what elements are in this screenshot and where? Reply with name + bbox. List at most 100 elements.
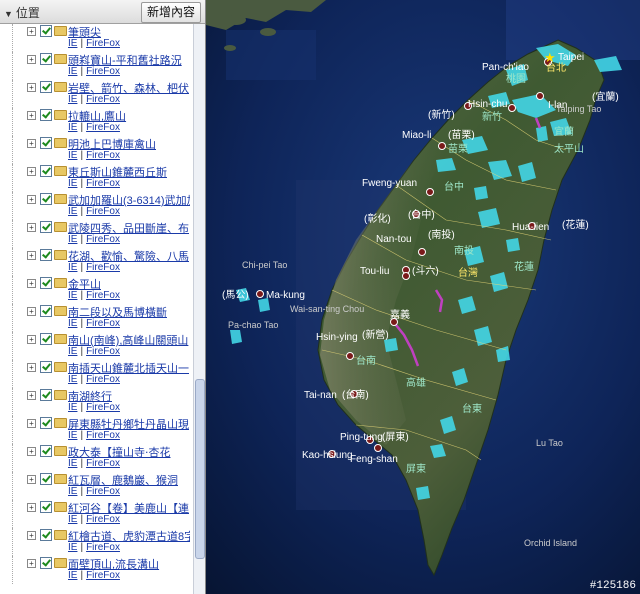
ie-link[interactable]: IE	[68, 66, 77, 77]
visibility-checkbox[interactable]	[40, 109, 52, 121]
place-item[interactable]: + 金平山 IE | FireFox	[0, 276, 193, 304]
place-item[interactable]: + 政大泰【撞山寺‧杏花 IE | FireFox	[0, 444, 193, 472]
panel-title[interactable]: ▼ 位置	[4, 4, 40, 21]
place-item[interactable]: + 拉轆山,鷹山 IE | FireFox	[0, 108, 193, 136]
firefox-link[interactable]: FireFox	[86, 374, 120, 385]
ie-link[interactable]: IE	[68, 122, 77, 133]
ie-link[interactable]: IE	[68, 262, 77, 273]
visibility-checkbox[interactable]	[40, 557, 52, 569]
firefox-link[interactable]: FireFox	[86, 66, 120, 77]
expand-plus-icon[interactable]: +	[27, 111, 36, 120]
visibility-checkbox[interactable]	[40, 165, 52, 177]
expand-plus-icon[interactable]: +	[27, 27, 36, 36]
ie-link[interactable]: IE	[68, 346, 77, 357]
place-item[interactable]: + 岩壁、箭竹、森林、杷伏 IE | FireFox	[0, 80, 193, 108]
expand-plus-icon[interactable]: +	[27, 363, 36, 372]
expand-plus-icon[interactable]: +	[27, 475, 36, 484]
place-item[interactable]: + 南二段以及馬博橫斷 IE | FireFox	[0, 304, 193, 332]
place-item[interactable]: + 南山(南峰),高峰山關頭山 IE | FireFox	[0, 332, 193, 360]
visibility-checkbox[interactable]	[40, 501, 52, 513]
place-item[interactable]: + 紅檜古道、虎豹潭古道8字 IE | FireFox	[0, 528, 193, 556]
firefox-link[interactable]: FireFox	[86, 38, 120, 49]
expand-plus-icon[interactable]: +	[27, 447, 36, 456]
ie-link[interactable]: IE	[68, 206, 77, 217]
tree-scrollbar[interactable]	[193, 24, 205, 594]
expand-plus-icon[interactable]: +	[27, 559, 36, 568]
ie-link[interactable]: IE	[68, 374, 77, 385]
visibility-checkbox[interactable]	[40, 81, 52, 93]
visibility-checkbox[interactable]	[40, 25, 52, 37]
firefox-link[interactable]: FireFox	[86, 318, 120, 329]
map-canvas[interactable]: ★ Pan-ch'iao Taipei 台北 桃園 Hsin-chu (新竹) …	[206, 0, 640, 594]
ie-link[interactable]: IE	[68, 178, 77, 189]
expand-plus-icon[interactable]: +	[27, 335, 36, 344]
ie-link[interactable]: IE	[68, 290, 77, 301]
expand-plus-icon[interactable]: +	[27, 307, 36, 316]
visibility-checkbox[interactable]	[40, 53, 52, 65]
visibility-checkbox[interactable]	[40, 529, 52, 541]
expand-plus-icon[interactable]: +	[27, 83, 36, 92]
visibility-checkbox[interactable]	[40, 361, 52, 373]
expand-plus-icon[interactable]: +	[27, 503, 36, 512]
place-item[interactable]: + 武加加羅山(3-6314)武加加 IE | FireFox	[0, 192, 193, 220]
place-item[interactable]: + 筆頭尖 IE | FireFox	[0, 24, 193, 52]
ie-link[interactable]: IE	[68, 430, 77, 441]
place-item[interactable]: + 花湖、歡愉、驚險、八馬 IE | FireFox	[0, 248, 193, 276]
firefox-link[interactable]: FireFox	[86, 514, 120, 525]
ie-link[interactable]: IE	[68, 570, 77, 581]
firefox-link[interactable]: FireFox	[86, 178, 120, 189]
visibility-checkbox[interactable]	[40, 305, 52, 317]
ie-link[interactable]: IE	[68, 458, 77, 469]
visibility-checkbox[interactable]	[40, 473, 52, 485]
place-item[interactable]: + 紅瓦層、鹿鵝巖、猴洞 IE | FireFox	[0, 472, 193, 500]
firefox-link[interactable]: FireFox	[86, 94, 120, 105]
map-view[interactable]: ★ Pan-ch'iao Taipei 台北 桃園 Hsin-chu (新竹) …	[206, 0, 640, 594]
expand-plus-icon[interactable]: +	[27, 531, 36, 540]
scrollbar-thumb[interactable]	[195, 379, 205, 559]
firefox-link[interactable]: FireFox	[86, 290, 120, 301]
visibility-checkbox[interactable]	[40, 445, 52, 457]
place-item[interactable]: + 頭嵙寶山-平和舊社路況 IE | FireFox	[0, 52, 193, 80]
visibility-checkbox[interactable]	[40, 389, 52, 401]
firefox-link[interactable]: FireFox	[86, 570, 120, 581]
firefox-link[interactable]: FireFox	[86, 206, 120, 217]
expand-plus-icon[interactable]: +	[27, 391, 36, 400]
firefox-link[interactable]: FireFox	[86, 402, 120, 413]
firefox-link[interactable]: FireFox	[86, 486, 120, 497]
expand-plus-icon[interactable]: +	[27, 279, 36, 288]
place-item[interactable]: + 南湖終行 IE | FireFox	[0, 388, 193, 416]
firefox-link[interactable]: FireFox	[86, 346, 120, 357]
visibility-checkbox[interactable]	[40, 277, 52, 289]
expand-plus-icon[interactable]: +	[27, 419, 36, 428]
place-item[interactable]: + 東丘斯山錐麓西丘斯 IE | FireFox	[0, 164, 193, 192]
place-item[interactable]: + 面壁頂山,流長溝山 IE | FireFox	[0, 556, 193, 584]
place-item[interactable]: + 南插天山錐麓北插天山一 IE | FireFox	[0, 360, 193, 388]
expand-plus-icon[interactable]: +	[27, 55, 36, 64]
firefox-link[interactable]: FireFox	[86, 458, 120, 469]
expand-plus-icon[interactable]: +	[27, 195, 36, 204]
add-content-button[interactable]: 新增內容	[140, 2, 201, 23]
firefox-link[interactable]: FireFox	[86, 150, 120, 161]
ie-link[interactable]: IE	[68, 402, 77, 413]
visibility-checkbox[interactable]	[40, 333, 52, 345]
firefox-link[interactable]: FireFox	[86, 122, 120, 133]
ie-link[interactable]: IE	[68, 94, 77, 105]
visibility-checkbox[interactable]	[40, 137, 52, 149]
expand-plus-icon[interactable]: +	[27, 251, 36, 260]
visibility-checkbox[interactable]	[40, 221, 52, 233]
collapse-triangle-icon[interactable]: ▼	[4, 9, 13, 19]
place-item[interactable]: + 屏東縣牡丹鄉牡丹晶山現 IE | FireFox	[0, 416, 193, 444]
expand-plus-icon[interactable]: +	[27, 167, 36, 176]
place-item[interactable]: + 武陵四秀、品田斷崖、布 IE | FireFox	[0, 220, 193, 248]
ie-link[interactable]: IE	[68, 542, 77, 553]
expand-plus-icon[interactable]: +	[27, 223, 36, 232]
visibility-checkbox[interactable]	[40, 417, 52, 429]
ie-link[interactable]: IE	[68, 318, 77, 329]
ie-link[interactable]: IE	[68, 514, 77, 525]
firefox-link[interactable]: FireFox	[86, 430, 120, 441]
ie-link[interactable]: IE	[68, 234, 77, 245]
firefox-link[interactable]: FireFox	[86, 262, 120, 273]
visibility-checkbox[interactable]	[40, 193, 52, 205]
firefox-link[interactable]: FireFox	[86, 234, 120, 245]
ie-link[interactable]: IE	[68, 486, 77, 497]
